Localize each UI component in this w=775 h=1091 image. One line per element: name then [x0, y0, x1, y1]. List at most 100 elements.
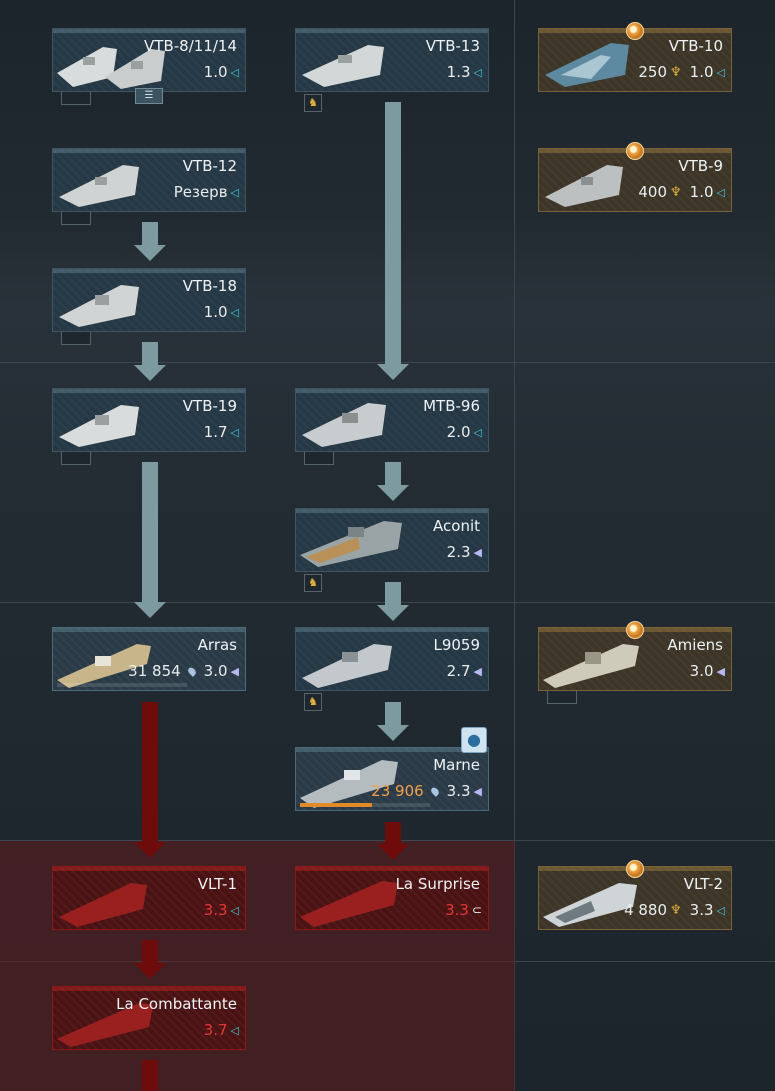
battle-rating: 3.7 [203, 1021, 228, 1039]
vehicle-card-l9059[interactable]: L9059 2.7 ◀ [295, 627, 489, 691]
research-points: 23 906 [371, 782, 424, 800]
vehicle-card-vlt-1[interactable]: VLT-1 3.3 ◁ [52, 866, 246, 930]
golden-eagle-icon: ♆ [670, 902, 682, 918]
vehicle-card-vtb-13[interactable]: VTB-13 1.3 ◁ [295, 28, 489, 92]
slot-tab [304, 452, 334, 465]
battle-rating: 1.0 [689, 183, 714, 201]
tree-arrow [385, 702, 401, 726]
battle-rating: 2.0 [446, 423, 471, 441]
battle-rating: 3.0 [203, 662, 228, 680]
research-points-icon [186, 665, 198, 677]
battle-rating: Резерв [173, 183, 228, 201]
research-progress-track [57, 683, 187, 687]
tree-arrow [385, 102, 401, 364]
vehicle-card-marne[interactable]: Marne 23 906 3.3 ◀ [295, 747, 489, 811]
boat-class-icon: ◁ [230, 425, 239, 439]
research-points: 31 854 [128, 662, 181, 680]
tree-arrow [142, 462, 158, 602]
tree-arrow [142, 222, 158, 246]
battle-rating: 2.3 [446, 543, 471, 561]
boat-class-icon: ◁ [230, 1023, 239, 1037]
vehicle-card-vtb-18[interactable]: VTB-18 1.0 ◁ [52, 268, 246, 332]
crew-icon: ♞ [304, 94, 322, 112]
purchase-cost: 400 [638, 183, 668, 201]
battle-rating: 1.0 [203, 303, 228, 321]
group-expand-icon[interactable]: ☰ [135, 88, 163, 104]
battle-rating: 1.0 [689, 63, 714, 81]
slot-tab [61, 92, 91, 105]
ship-image [59, 165, 139, 207]
tree-arrow-head [134, 365, 166, 381]
vehicle-card-vtb-19[interactable]: VTB-19 1.7 ◁ [52, 388, 246, 452]
battle-rating: 3.3 [445, 901, 469, 919]
vehicle-name: VTB-19 [182, 397, 237, 415]
vehicle-name: VLT-1 [197, 875, 237, 893]
vehicle-name: Marne [433, 756, 480, 774]
slot-tab [61, 452, 91, 465]
slot-tab [547, 691, 577, 704]
golden-eagle-icon: ♆ [670, 184, 682, 200]
vehicle-card-vtb-12[interactable]: VTB-12 Резерв ◁ [52, 148, 246, 212]
battle-rating: 3.3 [689, 901, 714, 919]
ship-class-icon: ⊂ [471, 903, 482, 917]
tree-arrow-locked [142, 1060, 158, 1091]
vehicle-card-la-surprise[interactable]: La Surprise 3.3 ⊂ [295, 866, 489, 930]
tree-arrow [385, 582, 401, 606]
tree-arrow-locked [142, 702, 158, 842]
premium-medal-icon [626, 621, 644, 639]
boat-class-icon: ◁ [230, 65, 239, 79]
battle-rating: 2.7 [446, 662, 471, 680]
boat-class-icon: ◁ [473, 425, 482, 439]
tree-arrow-locked [142, 940, 158, 964]
battle-rating: 3.0 [689, 662, 714, 680]
ship-image [543, 644, 639, 688]
ship-image [59, 405, 139, 447]
tree-arrow-head-locked [377, 844, 409, 860]
vehicle-card-la-combattante[interactable]: La Combattante 3.7 ◁ [52, 986, 246, 1050]
vehicle-name: VTB-9 [678, 157, 723, 175]
boat-class-icon: ◁ [716, 65, 725, 79]
research-points-icon [429, 785, 441, 797]
ship-image [302, 45, 384, 87]
vehicle-card-vtb-8-11-14[interactable]: VTB-8/11/14 1.0 ◁ [52, 28, 246, 92]
boat-class-icon: ◁ [473, 65, 482, 79]
tree-arrow-head [377, 485, 409, 501]
tree-arrow-head [377, 605, 409, 621]
ship-image [302, 644, 392, 688]
ship-image [300, 521, 402, 567]
vehicle-card-mtb-96[interactable]: MTB-96 2.0 ◁ [295, 388, 489, 452]
ship-class-icon: ◀ [716, 664, 725, 678]
premium-medal-icon [626, 860, 644, 878]
ship-image [59, 883, 147, 927]
tree-arrow-locked [385, 822, 401, 846]
premium-medal-icon [626, 22, 644, 40]
ship-class-icon: ◀ [473, 545, 482, 559]
researching-lightbulb-icon[interactable]: ● [461, 727, 487, 753]
vehicle-name: L9059 [433, 636, 480, 654]
vehicle-name: VTB-8/11/14 [144, 37, 237, 55]
vehicle-name: La Surprise [395, 875, 480, 893]
vehicle-name: Arras [197, 636, 237, 654]
purchase-cost: 250 [638, 63, 668, 81]
ship-image [302, 403, 386, 447]
premium-medal-icon [626, 142, 644, 160]
tree-arrow-head [377, 725, 409, 741]
tree-arrow [385, 462, 401, 486]
tree-arrow-head-locked [134, 842, 166, 858]
ship-image [59, 285, 139, 327]
golden-eagle-icon: ♆ [670, 64, 682, 80]
battle-rating: 1.7 [203, 423, 228, 441]
purchase-cost: 4 880 [624, 901, 668, 919]
crew-icon: ♞ [304, 574, 322, 592]
battle-rating: 1.0 [203, 63, 228, 81]
boat-class-icon: ◁ [716, 903, 725, 917]
tree-arrow-head [134, 245, 166, 261]
vehicle-card-arras[interactable]: Arras 31 854 3.0 ◀ [52, 627, 246, 691]
boat-class-icon: ◁ [230, 305, 239, 319]
vehicle-name: VTB-13 [425, 37, 480, 55]
ship-class-icon: ◀ [230, 664, 239, 678]
slot-tab [61, 212, 91, 225]
boat-class-icon: ◁ [230, 185, 239, 199]
vehicle-name: VLT-2 [683, 875, 723, 893]
vehicle-card-aconit[interactable]: Aconit 2.3 ◀ [295, 508, 489, 572]
